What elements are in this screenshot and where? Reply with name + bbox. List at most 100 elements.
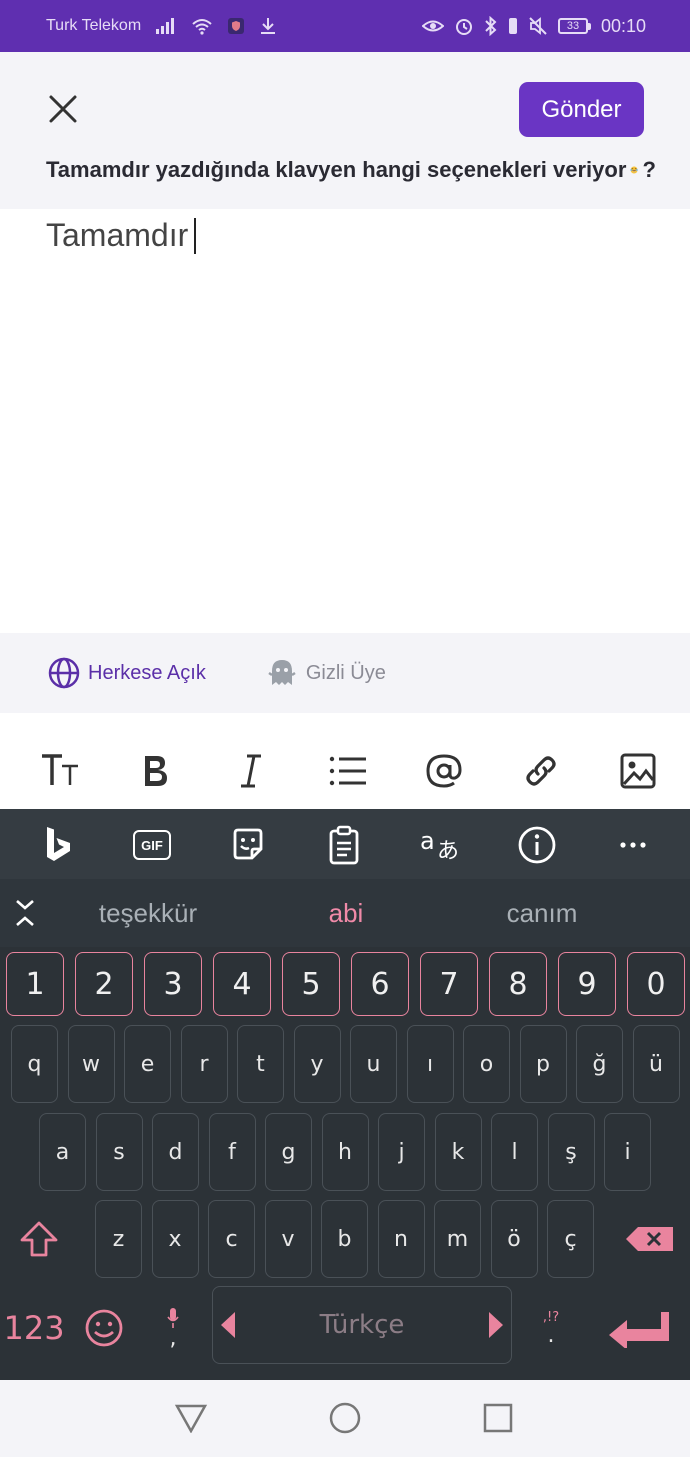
italic-button[interactable] — [231, 751, 271, 791]
mention-button[interactable] — [424, 751, 464, 791]
more-options-button[interactable] — [611, 823, 655, 867]
letter-key[interactable]: c — [208, 1200, 255, 1278]
bluetooth-icon — [484, 16, 498, 36]
letter-key[interactable]: r — [180, 1025, 228, 1103]
letter-key[interactable]: ı — [406, 1025, 454, 1103]
letter-key[interactable]: n — [377, 1200, 425, 1278]
comma-key[interactable]: , — [150, 1293, 196, 1363]
letter-key[interactable]: v — [264, 1200, 312, 1278]
letter-key[interactable]: u — [350, 1025, 397, 1103]
letter-key[interactable]: f — [208, 1113, 256, 1191]
number-key[interactable]: 5 — [282, 952, 340, 1016]
collapse-suggestions-button[interactable] — [10, 897, 40, 929]
answer-editor[interactable]: Tamamdır — [0, 209, 690, 633]
clipboard-button[interactable] — [322, 823, 366, 867]
space-language-label: Türkçe — [319, 1310, 405, 1340]
letter-key[interactable]: w — [67, 1025, 115, 1103]
anonymous-option[interactable]: Gizli Üye — [266, 657, 386, 689]
info-button[interactable] — [515, 823, 559, 867]
number-key[interactable]: 6 — [351, 952, 409, 1016]
letter-key[interactable]: p — [519, 1025, 567, 1103]
letter-key[interactable]: i — [604, 1113, 651, 1191]
link-icon — [526, 756, 556, 786]
letter-key[interactable]: ş — [547, 1113, 595, 1191]
gif-button[interactable]: GIF — [130, 823, 174, 867]
recent-apps-button[interactable] — [480, 1400, 516, 1436]
letter-key[interactable]: ü — [632, 1025, 680, 1103]
backspace-key[interactable] — [618, 1200, 682, 1278]
svg-text:あ: あ — [437, 839, 459, 863]
number-key[interactable]: 1 — [6, 952, 64, 1016]
number-key[interactable]: 4 — [213, 952, 271, 1016]
letter-key[interactable]: j — [378, 1113, 425, 1191]
letter-key[interactable]: b — [321, 1200, 368, 1278]
number-key[interactable]: 8 — [489, 952, 547, 1016]
letter-key[interactable]: ö — [490, 1200, 538, 1278]
format-toolbar — [0, 713, 690, 809]
letter-key[interactable]: m — [434, 1200, 481, 1278]
letter-key[interactable]: y — [293, 1025, 341, 1103]
number-key[interactable]: 0 — [627, 952, 685, 1016]
symbols-key[interactable]: 123 — [3, 1293, 64, 1363]
translate-icon: a あ — [420, 827, 459, 863]
link-button[interactable] — [521, 751, 561, 791]
text-size-icon — [42, 754, 78, 785]
bing-search-button[interactable] — [36, 823, 80, 867]
suggestion-2[interactable]: abi — [248, 879, 444, 947]
answer-text[interactable]: Tamamdır — [46, 217, 197, 254]
send-button[interactable]: Gönder — [519, 82, 644, 137]
number-key[interactable]: 9 — [558, 952, 616, 1016]
letter-key[interactable]: t — [237, 1025, 284, 1103]
home-button[interactable] — [327, 1400, 363, 1436]
text-caret — [194, 217, 197, 254]
bullet-list-button[interactable] — [328, 751, 368, 791]
text-size-button[interactable] — [40, 751, 80, 791]
suggestion-1[interactable]: teşekkür — [50, 879, 246, 947]
letter-key[interactable]: e — [124, 1025, 171, 1103]
letter-key[interactable]: s — [95, 1113, 143, 1191]
back-triangle-icon — [174, 1404, 208, 1433]
letter-key[interactable]: q — [11, 1025, 58, 1103]
letter-key[interactable]: o — [463, 1025, 510, 1103]
suggestion-3[interactable]: canım — [444, 879, 640, 947]
translate-button[interactable]: a あ — [418, 823, 462, 867]
navigation-bar — [0, 1380, 690, 1457]
image-button[interactable] — [618, 751, 658, 791]
question-end: ? — [642, 157, 656, 182]
keyboard: GIF a あ teşekkür abi canım 1 2 3 4 5 6 7… — [0, 809, 690, 1380]
enter-key[interactable] — [604, 1293, 674, 1363]
letter-key[interactable]: l — [491, 1113, 538, 1191]
number-key[interactable]: 7 — [420, 952, 478, 1016]
letter-key[interactable]: a — [39, 1113, 86, 1191]
letter-key[interactable]: x — [151, 1200, 199, 1278]
vpn-shield-icon — [227, 17, 245, 35]
letter-key[interactable]: g — [265, 1113, 312, 1191]
space-key[interactable]: Türkçe — [212, 1286, 512, 1364]
space-left-arrow-icon — [221, 1312, 235, 1338]
emoji-key[interactable] — [78, 1293, 130, 1363]
period-key[interactable]: ,!? . — [528, 1293, 574, 1363]
number-key[interactable]: 2 — [75, 952, 133, 1016]
sticker-button[interactable] — [226, 823, 270, 867]
visibility-options: Herkese Açık Gizli Üye — [0, 633, 690, 713]
close-button[interactable] — [46, 92, 80, 126]
shift-arrow-icon — [20, 1221, 58, 1257]
comma-label: , — [169, 1326, 177, 1351]
public-visibility-option[interactable]: Herkese Açık — [48, 657, 206, 689]
letter-key[interactable]: ğ — [576, 1025, 623, 1103]
letter-key[interactable]: k — [434, 1113, 482, 1191]
bold-button[interactable] — [135, 751, 175, 791]
back-button[interactable] — [173, 1400, 209, 1436]
letter-key[interactable]: z — [95, 1200, 142, 1278]
letter-key[interactable]: h — [321, 1113, 369, 1191]
bing-icon — [47, 827, 70, 861]
laughing-tears-emoji-icon — [630, 166, 639, 174]
enter-arrow-icon — [609, 1312, 669, 1348]
shift-key[interactable] — [11, 1200, 67, 1278]
number-key[interactable]: 3 — [144, 952, 202, 1016]
letter-key[interactable]: d — [152, 1113, 199, 1191]
info-icon — [518, 826, 556, 864]
vibrate-icon — [508, 16, 518, 36]
image-icon — [620, 753, 656, 789]
letter-key[interactable]: ç — [547, 1200, 594, 1278]
